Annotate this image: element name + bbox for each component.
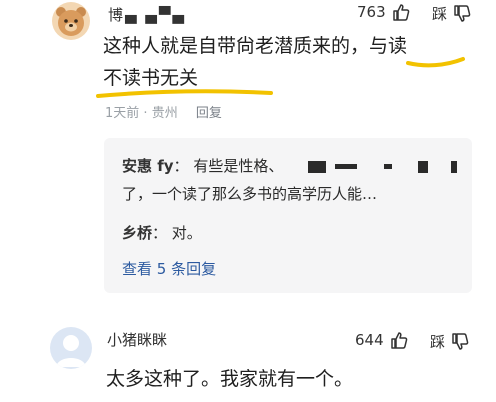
comment-username[interactable]: 博▄ ▄▀▄ <box>108 4 186 25</box>
reply-text: 对。 <box>171 224 202 242</box>
thumbs-down-icon[interactable] <box>452 4 472 24</box>
reply-text: 有些是性格、 <box>193 157 284 175</box>
reply-username[interactable]: 乡桥 <box>122 224 152 242</box>
dislike-label[interactable]: 踩 <box>430 331 445 352</box>
view-more-replies-link[interactable]: 查看 5 条回复 <box>122 258 216 279</box>
comment-text: 太多这种了。我家就有一个。 <box>106 368 354 390</box>
highlight-underline <box>96 89 273 98</box>
separator-dot: · <box>143 106 152 121</box>
comment-username[interactable]: 小猪眯眯 <box>107 329 167 350</box>
thumbs-down-icon[interactable] <box>450 332 470 352</box>
dislike-label[interactable]: 踩 <box>432 3 447 24</box>
thumbs-up-icon[interactable] <box>389 330 409 350</box>
reply-username[interactable]: 安惠 fy <box>122 157 174 175</box>
like-count: 763 <box>357 3 386 21</box>
reply-item[interactable]: 安惠 fy： 有些是性格、 <box>122 154 458 178</box>
location: 贵州 <box>151 106 178 121</box>
reply-colon: ： <box>152 224 172 242</box>
reply-colon: ： <box>173 157 194 175</box>
timestamp: 1天前 <box>105 106 140 121</box>
like-count: 644 <box>355 331 384 349</box>
redacted-block <box>334 164 357 169</box>
thumbs-up-icon[interactable] <box>391 2 411 22</box>
comment-meta: 1天前 · 贵州 回复 <box>105 102 222 121</box>
default-avatar[interactable] <box>50 327 92 369</box>
reply-text-continued: 了，一个读了那么多书的高学历人能… <box>122 185 378 203</box>
redacted-block <box>383 164 392 169</box>
reply-item[interactable]: 乡桥： 对。 <box>122 221 202 245</box>
highlight-underline <box>406 57 465 68</box>
redacted-block <box>418 160 429 173</box>
reply-button[interactable]: 回复 <box>196 106 222 121</box>
redacted-block <box>451 160 458 173</box>
redacted-block <box>308 160 327 173</box>
avatar-bear[interactable] <box>52 2 90 40</box>
